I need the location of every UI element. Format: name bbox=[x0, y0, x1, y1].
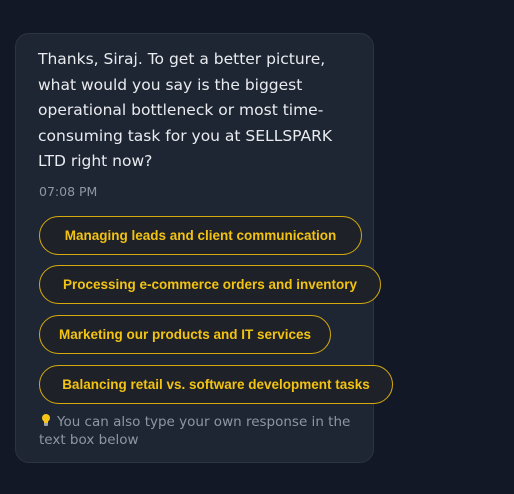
lightbulb-icon bbox=[41, 414, 51, 427]
message-timestamp: 07:08 PM bbox=[39, 184, 98, 199]
quick-reply-option-1[interactable]: Managing leads and client communication bbox=[39, 216, 362, 255]
hint-text: You can also type your own response in t… bbox=[39, 414, 351, 448]
quick-reply-option-3[interactable]: Marketing our products and IT services bbox=[39, 315, 331, 354]
quick-reply-option-2[interactable]: Processing e-commerce orders and invento… bbox=[39, 265, 381, 304]
hint-text-block: You can also type your own response in t… bbox=[39, 413, 359, 449]
quick-reply-option-4[interactable]: Balancing retail vs. software developmen… bbox=[39, 365, 393, 404]
message-text: Thanks, Siraj. To get a better picture, … bbox=[38, 50, 333, 170]
chat-panel: Thanks, Siraj. To get a better picture, … bbox=[0, 0, 514, 494]
